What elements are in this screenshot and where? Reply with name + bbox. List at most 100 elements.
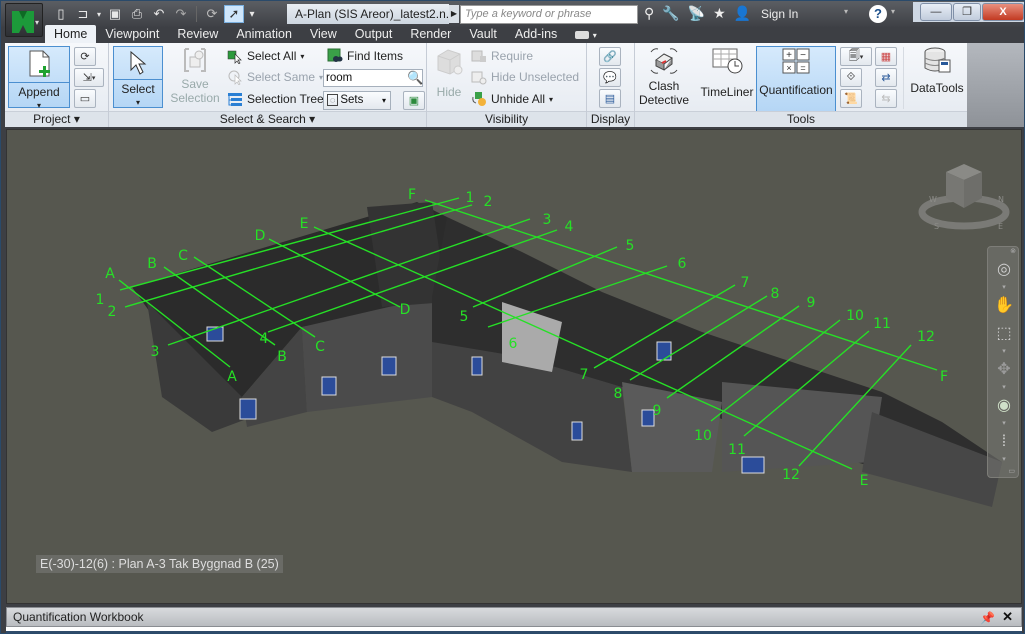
open-file-icon[interactable]: ⊐	[73, 5, 93, 23]
file-options-button[interactable]: ▭	[74, 89, 96, 108]
close-panel-icon[interactable]: ✕	[1002, 608, 1013, 626]
chevron-down-icon[interactable]: ▾	[1000, 283, 1008, 291]
find-items-button[interactable]: Find Items	[327, 48, 403, 64]
open-dropdown-icon[interactable]: ▾	[95, 5, 103, 23]
autodesk-rendering-button[interactable]: 📜	[840, 89, 862, 108]
gridline-label-5-end: 5	[626, 238, 635, 254]
satellite-icon[interactable]: 📡	[688, 5, 705, 22]
chevron-down-icon[interactable]: ▾	[1000, 455, 1008, 463]
sign-in-link[interactable]: Sign In	[761, 7, 798, 21]
sign-in-dropdown-icon[interactable]: ▾	[844, 7, 848, 16]
3d-viewport[interactable]: A A B B C C D D E E F F 1 1 2 2 3 3 4 4 5 5 6 6 7 7 8 8 9 9 10 10 11 11 12…	[6, 129, 1022, 604]
window	[321, 376, 337, 396]
select-all-icon	[227, 48, 243, 65]
tab-animation[interactable]: Animation	[227, 25, 301, 43]
hide-button[interactable]: Hide	[431, 46, 467, 108]
new-file-icon[interactable]: ▯	[51, 5, 71, 23]
select-search-panel-label[interactable]: Select & Search ▾	[109, 111, 426, 127]
save-icon[interactable]: ▣	[105, 5, 125, 23]
timeliner-button[interactable]: TimeLiner	[695, 46, 759, 108]
redo-icon[interactable]: ↷	[171, 5, 191, 23]
zoom-window-icon[interactable]: ⬚	[993, 323, 1015, 345]
sets-label: Sets	[340, 94, 364, 106]
chevron-down-icon[interactable]: ▾	[1000, 419, 1008, 427]
batch-utility-button[interactable]: ⇄	[875, 68, 897, 87]
help-search-input[interactable]: Type a keyword or phrase	[460, 5, 638, 24]
infocenter-icons: ⚲ 🔧 📡 ★ 👤	[644, 5, 751, 22]
animator-button[interactable]: 🗐 ▾	[840, 47, 872, 66]
refresh-icon[interactable]: ⟳	[202, 5, 222, 23]
help-icon[interactable]: ?	[869, 5, 887, 23]
user-icon[interactable]: 👤	[734, 5, 751, 22]
close-button[interactable]: X	[982, 3, 1024, 21]
look-eye-icon[interactable]: ◉	[993, 395, 1015, 417]
building-model-scene[interactable]: AABBCCDDEEFF1122334455667788991010111112…	[7, 130, 1022, 604]
quantification-button[interactable]: + − × = Quantification	[756, 46, 836, 112]
appearance-profiler-button[interactable]: ▦	[875, 47, 897, 66]
timeliner-label: TimeLiner	[700, 85, 754, 99]
chevron-down-icon: ▾	[135, 98, 140, 107]
binoculars-icon[interactable]: ⚲	[644, 5, 654, 22]
customize-toolbar-icon[interactable]: ▾	[246, 5, 258, 23]
require-button[interactable]: Require	[471, 48, 533, 64]
scripter-button[interactable]: ⟐	[840, 68, 862, 87]
compare-button[interactable]: ⇆	[875, 89, 897, 108]
restore-button[interactable]: ❐	[953, 3, 981, 21]
manage-sets-button[interactable]: ▣	[403, 91, 425, 110]
datatools-button[interactable]: DataTools	[907, 46, 967, 108]
minimize-button[interactable]: —	[920, 3, 952, 21]
tab-output[interactable]: Output	[346, 25, 402, 43]
tab-add-ins[interactable]: Add-ins	[506, 25, 566, 43]
find-items-icon	[327, 48, 343, 64]
help-dropdown-icon[interactable]: ▾	[891, 7, 895, 16]
visibility-panel-label: Visibility	[427, 111, 586, 127]
viewcube[interactable]: W N S E	[912, 152, 1016, 232]
tab-review[interactable]: Review	[168, 25, 227, 43]
tools-panel-label: Tools	[635, 111, 967, 127]
window	[741, 456, 765, 474]
steering-wheel-icon[interactable]: ◎	[993, 259, 1015, 281]
select-label: Select	[114, 79, 162, 96]
quick-properties-button[interactable]: 💬	[599, 68, 621, 87]
refresh-button[interactable]: ⟳	[74, 47, 96, 66]
hide-unselected-button[interactable]: Hide Unselected	[471, 69, 579, 85]
walk-footprints-icon[interactable]: ⁞	[993, 431, 1015, 453]
star-icon[interactable]: ★	[713, 5, 726, 22]
tab-render[interactable]: Render	[401, 25, 460, 43]
merge-button[interactable]: ⇲ ▾	[74, 68, 104, 87]
clash-detective-button[interactable]: Clash Detective	[637, 46, 691, 108]
quick-find-search-icon[interactable]: 🔍	[407, 70, 423, 86]
application-menu-button[interactable]: ▾	[5, 3, 43, 37]
append-button[interactable]: Append ▾	[8, 46, 70, 110]
select-same-button[interactable]: Select Same ▾	[227, 69, 323, 86]
tab-home[interactable]: Home	[45, 25, 97, 43]
unhide-all-button[interactable]: Unhide All ▾	[471, 91, 553, 107]
select-all-button[interactable]: Select All ▾	[227, 48, 304, 65]
tab-vault[interactable]: Vault	[460, 25, 506, 43]
navbar-menu-icon[interactable]: ▭	[1008, 467, 1015, 475]
save-label: Save	[181, 77, 209, 91]
selection-tree-button[interactable]: Selection Tree	[227, 91, 324, 107]
pan-hand-icon[interactable]: ✋	[993, 295, 1015, 317]
key-icon[interactable]: 🔧	[662, 5, 679, 22]
gridline-label-12-start: 12	[782, 467, 800, 483]
chevron-down-icon[interactable]: ▾	[1000, 383, 1008, 391]
project-panel-label[interactable]: Project ▾	[5, 111, 108, 127]
sets-dropdown[interactable]: ◌ Sets ▾	[323, 91, 391, 110]
links-button[interactable]: 🔗	[599, 47, 621, 66]
title-expand-arrow-icon[interactable]: ▶	[449, 5, 459, 23]
gridline-label-4-end: 4	[565, 219, 574, 235]
undo-icon[interactable]: ↶	[149, 5, 169, 23]
select-cursor-icon[interactable]: ➚	[224, 5, 244, 23]
select-button[interactable]: Select ▾	[113, 46, 163, 108]
tab-extra[interactable]: ▾	[566, 25, 606, 43]
pin-icon[interactable]: 📌	[980, 609, 995, 627]
orbit-icon[interactable]: ✥	[993, 359, 1015, 381]
tab-view[interactable]: View	[301, 25, 346, 43]
properties-button[interactable]: ▤	[599, 89, 621, 108]
close-navbar-icon[interactable]: ⊗	[1010, 247, 1016, 255]
tab-viewpoint[interactable]: Viewpoint	[96, 25, 168, 43]
chevron-down-icon[interactable]: ▾	[1000, 347, 1008, 355]
save-selection-button[interactable]: Save Selection	[167, 46, 223, 108]
print-icon[interactable]: ⎙	[127, 5, 147, 23]
